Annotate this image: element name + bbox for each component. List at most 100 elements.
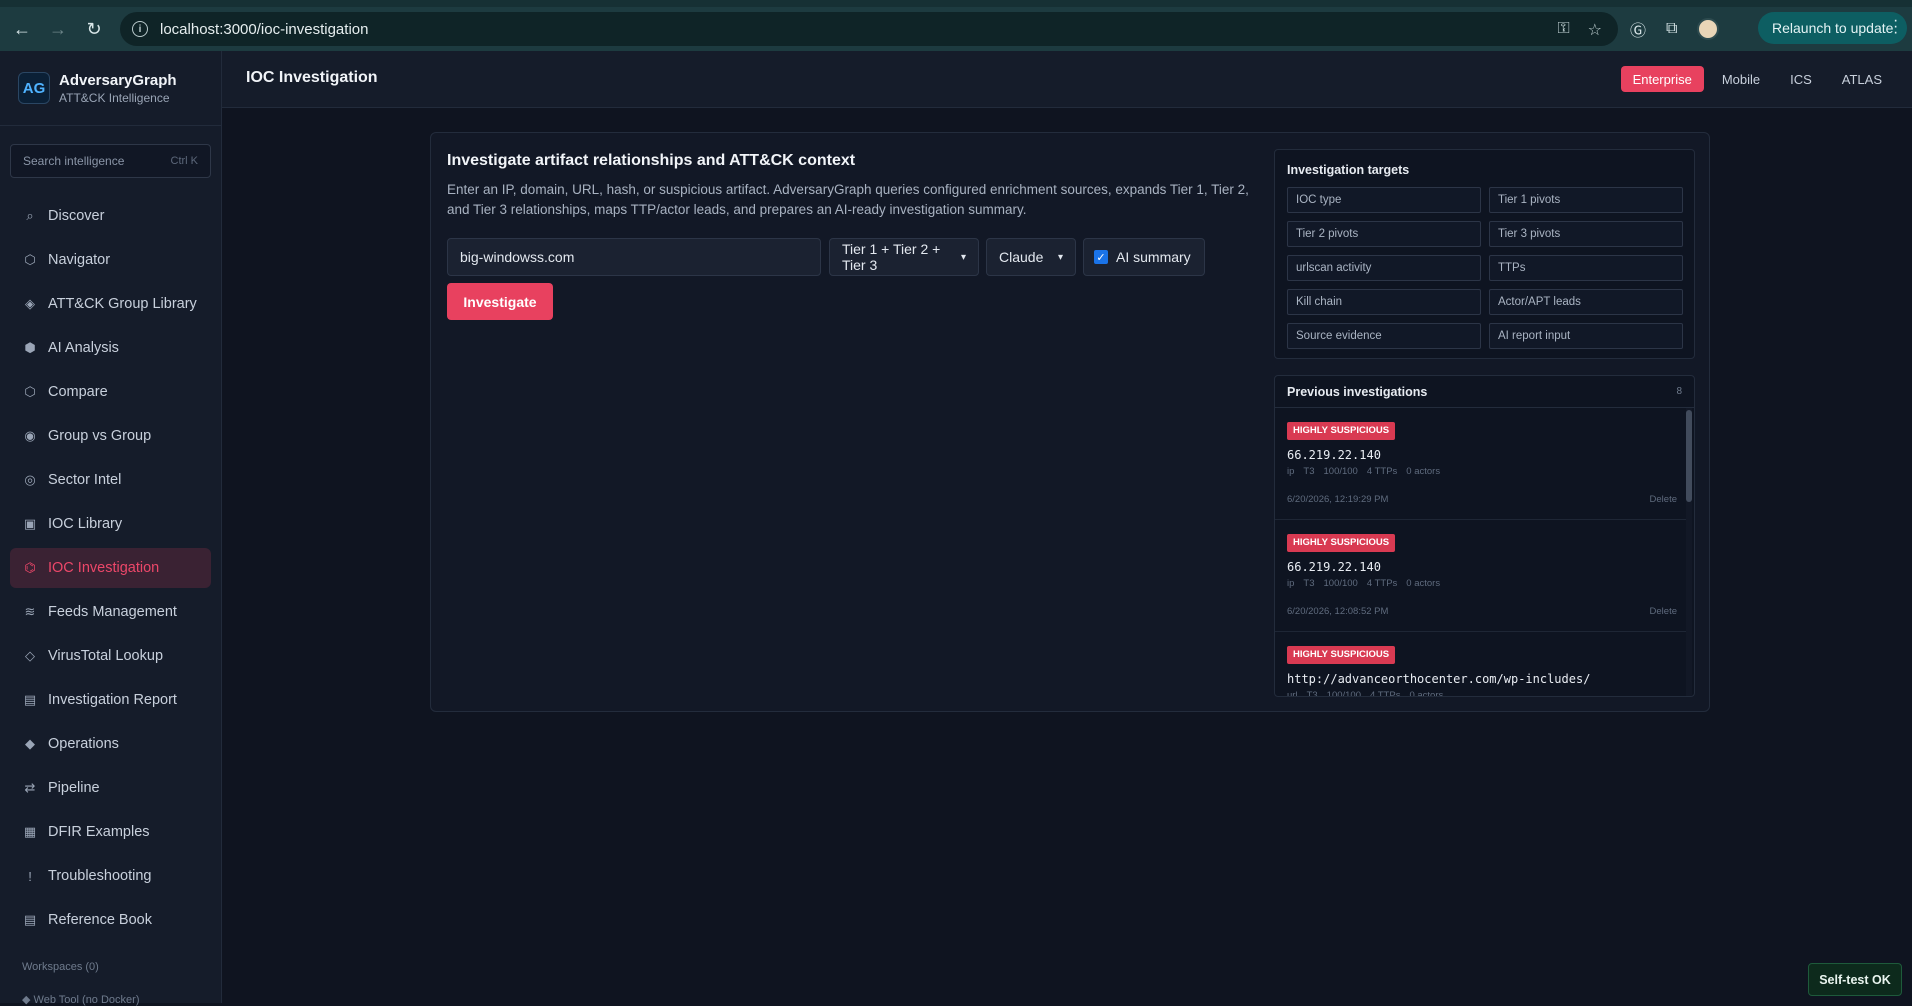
scrollbar-thumb[interactable]	[1686, 410, 1692, 502]
previous-item[interactable]: HIGHLY SUSPICIOUS 66.219.22.140 ip T3 100/10…	[1275, 520, 1687, 632]
sidebar-item-investigation-report[interactable]: ▤ Investigation Report	[10, 680, 211, 720]
sidebar-item-compare[interactable]: ⬡ Compare	[10, 372, 211, 412]
sidebar-item-label: IOC Investigation	[48, 560, 160, 576]
brand-name: AdversaryGraph	[59, 71, 177, 89]
browser-menu-icon[interactable]: · · ·	[1893, 13, 1898, 41]
tab-atlas[interactable]: ATLAS	[1830, 66, 1894, 92]
workspaces-label[interactable]: Workspaces (0)	[22, 961, 99, 973]
ioc-tier: T3	[1306, 690, 1318, 697]
sidebar-item-icon: !	[28, 868, 32, 884]
sidebar-item-ioc-library[interactable]: ▣ IOC Library	[10, 504, 211, 544]
sidebar-item-label: Discover	[48, 208, 105, 224]
sidebar-item-discover[interactable]: ⌕ Discover	[10, 196, 211, 236]
tab-enterprise[interactable]: Enterprise	[1620, 66, 1704, 92]
tab-strip	[0, 0, 1912, 7]
investigation-targets: Investigation targets IOC type Tier 1 piv…	[1274, 149, 1695, 359]
target-cell: Tier 3 pivots	[1489, 221, 1683, 247]
site-info-icon[interactable]: i	[132, 21, 148, 37]
sidebar-item-dfir-examples[interactable]: ▦ DFIR Examples	[10, 812, 211, 852]
sidebar-item-operations[interactable]: ◆ Operations	[10, 724, 211, 764]
sidebar-item-ai-analysis[interactable]: ⬢ AI Analysis	[10, 328, 211, 368]
brand[interactable]: AG AdversaryGraph ATT&CK Intelligence	[0, 51, 221, 126]
tab-mobile[interactable]: Mobile	[1710, 66, 1772, 92]
previous-date: 6/20/2026, 12:08:52 PM	[1287, 606, 1389, 617]
password-key-icon[interactable]: ⚿	[1557, 20, 1569, 40]
previous-meta: url T3 100/100 4 TTPs 0 actors	[1287, 690, 1675, 697]
sidebar-item-reference-book[interactable]: ▤ Reference Book	[10, 900, 211, 940]
previous-meta: ip T3 100/100 4 TTPs 0 actors	[1287, 466, 1675, 477]
sidebar-item-feeds-management[interactable]: ≋ Feeds Management	[10, 592, 211, 632]
bookmark-star-icon[interactable]: ☆	[1588, 20, 1602, 40]
sidebar-item-pipeline[interactable]: ⇄ Pipeline	[10, 768, 211, 808]
sidebar-item-label: Reference Book	[48, 912, 152, 928]
sidebar-item-icon: ⬡	[24, 252, 36, 267]
previous-title: Previous investigations	[1287, 384, 1428, 399]
sidebar-item-icon: ◇	[25, 648, 35, 663]
search-input[interactable]: Search intelligence Ctrl K	[10, 144, 211, 178]
verdict-badge: HIGHLY SUSPICIOUS	[1287, 534, 1396, 552]
sidebar-item-label: Navigator	[48, 252, 111, 268]
page-title: IOC Investigation	[246, 69, 378, 86]
back-arrow-icon[interactable]: ←	[4, 11, 40, 47]
panel-description: Enter an IP, domain, URL, hash, or suspi…	[447, 182, 1249, 217]
sidebar-item-troubleshooting[interactable]: ! Troubleshooting	[10, 856, 211, 896]
forward-arrow-icon[interactable]: →	[40, 11, 76, 47]
profile-avatar[interactable]	[1697, 18, 1720, 40]
ai-summary-checkbox[interactable]: ✓	[1094, 250, 1108, 264]
tier-select-value: Tier 1 + Tier 2 + Tier 3	[842, 241, 941, 273]
extensions-puzzle-icon[interactable]: ⧉	[1666, 20, 1677, 38]
model-select[interactable]: Claude ▾	[986, 238, 1076, 276]
ioc-input[interactable]: big-windowss.com	[447, 238, 821, 276]
sidebar-item-att-ck-group-library[interactable]: ◈ ATT&CK Group Library	[10, 284, 211, 324]
delete-button[interactable]: Delete	[1650, 606, 1677, 617]
delete-button[interactable]: Delete	[1650, 494, 1677, 505]
investigate-button[interactable]: Investigate	[447, 283, 553, 320]
target-cell: IOC type	[1287, 187, 1481, 213]
ioc-score: 100/100	[1323, 578, 1358, 589]
target-cell: Actor/APT leads	[1489, 289, 1683, 315]
address-bar[interactable]: i localhost:3000/ioc-investigation ⚿ ☆	[120, 12, 1618, 46]
previous-date: 6/20/2026, 12:19:29 PM	[1287, 494, 1389, 505]
ioc-ttps: 4 TTPs	[1366, 578, 1398, 589]
reload-icon[interactable]: ↻	[76, 11, 112, 47]
chevron-down-icon: ▾	[960, 251, 966, 263]
tier-select[interactable]: Tier 1 + Tier 2 + Tier 3 ▾	[829, 238, 979, 276]
target-cell: Tier 2 pivots	[1287, 221, 1481, 247]
sidebar-item-virustotal-lookup[interactable]: ◇ VirusTotal Lookup	[10, 636, 211, 676]
sidebar-item-icon: ⌬	[24, 560, 36, 575]
ioc-type: ip	[1287, 578, 1295, 589]
target-cell: urlscan activity	[1287, 255, 1481, 281]
app-logo-icon: AG	[18, 72, 50, 104]
sidebar-item-ioc-investigation[interactable]: ⌬ IOC Investigation	[10, 548, 211, 588]
grammarly-extension-icon[interactable]: Ⓖ	[1630, 17, 1646, 41]
sidebar-item-sector-intel[interactable]: ◎ Sector Intel	[10, 460, 211, 500]
sidebar-nav: ⌕ Discover ⬡ Navigator ◈ ATT&CK Group Library…	[0, 196, 221, 940]
panel-title: Investigate artifact relationships and A…	[447, 152, 856, 169]
relaunch-button[interactable]: Relaunch to update	[1758, 12, 1908, 44]
previous-item[interactable]: HIGHLY SUSPICIOUS http://advanceorthocent…	[1275, 632, 1687, 697]
targets-title: Investigation targets	[1287, 163, 1410, 177]
ioc-actors: 0 actors	[1406, 578, 1441, 589]
sidebar-item-label: DFIR Examples	[48, 824, 150, 840]
target-cell: AI report input	[1489, 323, 1683, 349]
sidebar-item-label: ATT&CK Group Library	[48, 296, 197, 312]
sidebar-item-icon: ≋	[24, 604, 36, 619]
sidebar-item-icon: ◆	[25, 736, 35, 751]
previous-ioc: 66.219.22.140	[1287, 448, 1381, 462]
model-select-value: Claude	[999, 249, 1044, 265]
tab-ics[interactable]: ICS	[1778, 66, 1824, 92]
previous-item[interactable]: HIGHLY SUSPICIOUS 66.219.22.140 ip T3 100/10…	[1275, 408, 1687, 520]
previous-meta: ip T3 100/100 4 TTPs 0 actors	[1287, 578, 1675, 589]
sidebar-item-label: Operations	[48, 736, 119, 752]
webtool-label: ◆ Web Tool (no Docker)	[22, 994, 140, 1006]
domain-tabs: Enterprise Mobile ICS ATLAS	[1620, 66, 1894, 92]
sidebar-item-group-vs-group[interactable]: ◉ Group vs Group	[10, 416, 211, 456]
sidebar-item-label: Sector Intel	[48, 472, 122, 488]
self-test-badge[interactable]: Self-test OK	[1808, 963, 1902, 996]
ioc-score: 100/100	[1326, 690, 1361, 697]
ioc-input-value: big-windowss.com	[460, 249, 575, 265]
sidebar-item-label: Pipeline	[48, 780, 100, 796]
brand-subtitle: ATT&CK Intelligence	[59, 90, 170, 105]
sidebar-item-navigator[interactable]: ⬡ Navigator	[10, 240, 211, 280]
ai-summary-toggle[interactable]: ✓ AI summary	[1083, 238, 1205, 276]
